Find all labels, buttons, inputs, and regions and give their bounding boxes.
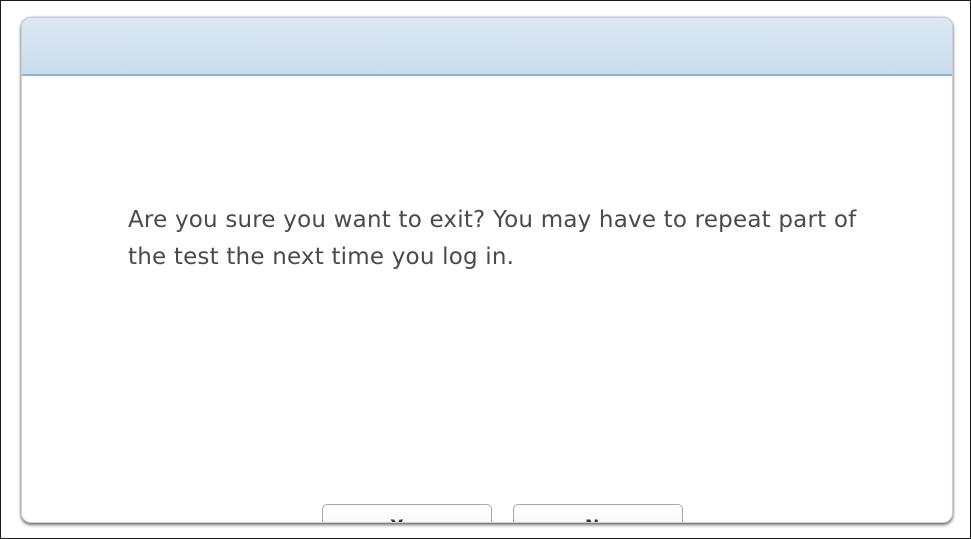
yes-button[interactable]: Yes (322, 504, 492, 522)
dialog-message: Are you sure you want to exit? You may h… (128, 207, 857, 270)
dialog-body: Are you sure you want to exit? You may h… (22, 76, 952, 522)
dialog-button-row: Yes No (22, 504, 952, 522)
screenshot-frame: Are you sure you want to exit? You may h… (0, 0, 971, 539)
dialog-header (22, 18, 952, 76)
no-button[interactable]: No (513, 504, 683, 522)
exit-confirmation-dialog: Are you sure you want to exit? You may h… (21, 17, 953, 523)
